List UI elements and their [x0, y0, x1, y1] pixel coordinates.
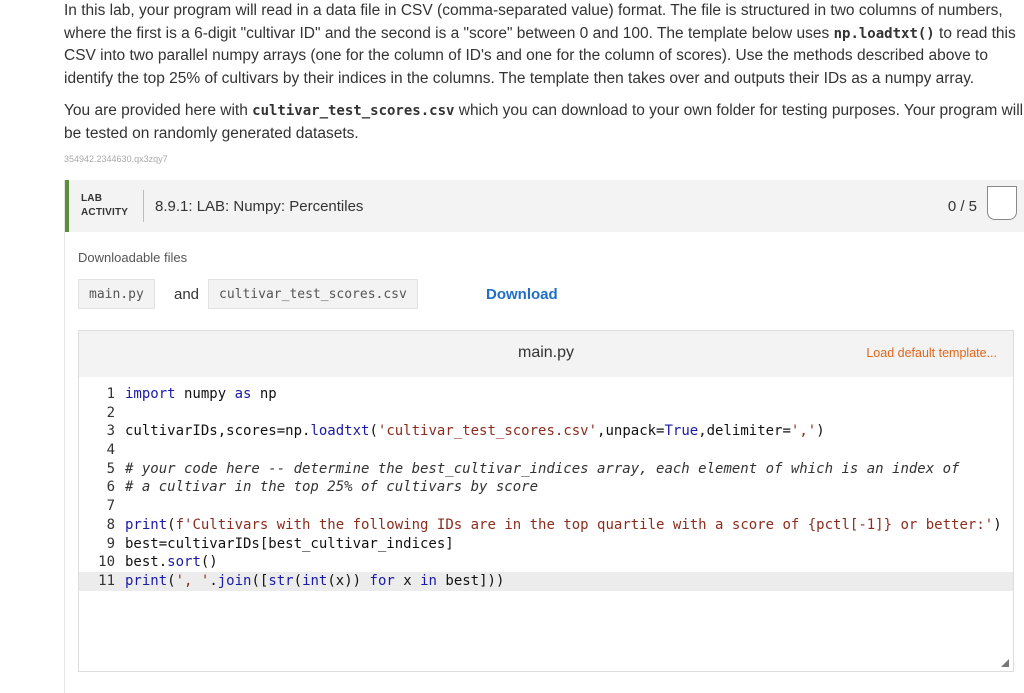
line-number: 5: [106, 460, 115, 477]
line-number: 9: [106, 535, 115, 552]
line-number: 6: [106, 479, 115, 496]
resize-handle-icon[interactable]: [1001, 659, 1009, 667]
code-text: # a cultivar in the top 25% of cultivars…: [125, 479, 539, 496]
code-text: print(', '.join([str(int(x)) for x in be…: [125, 572, 505, 589]
code-line[interactable]: 5 # your code here -- determine the best_…: [79, 460, 1013, 479]
code-text: import numpy as np: [125, 386, 277, 402]
line-number: 7: [106, 498, 115, 515]
file-chip-csv: cultivar_test_scores.csv: [208, 279, 418, 309]
code-line[interactable]: 8 print(f'Cultivars with the following ID…: [79, 516, 1013, 535]
load-default-template-link[interactable]: Load default template...: [866, 346, 997, 360]
content-id: 354942.2344630.qx3zqy7: [64, 154, 168, 164]
lab-score: 0 / 5: [947, 198, 977, 215]
code-line[interactable]: 6 # a cultivar in the top 25% of cultivar…: [79, 478, 1013, 497]
lab-activity-card: LAB ACTIVITY 8.9.1: LAB: Numpy: Percenti…: [64, 180, 1024, 693]
inline-code-filename: cultivar_test_scores.csv: [252, 103, 455, 119]
line-number: 8: [106, 516, 115, 533]
code-line[interactable]: 3 cultivarIDs,scores=np.loadtxt('cultivar…: [79, 422, 1013, 441]
line-number: 2: [106, 404, 115, 421]
code-text: cultivarIDs,scores=np.loadtxt('cultivar_…: [125, 423, 825, 440]
and-text: and: [174, 286, 200, 303]
code-line[interactable]: 7: [79, 497, 1013, 516]
code-text: best=cultivarIDs[best_cultivar_indices]: [125, 535, 454, 552]
code-text: # your code here -- determine the best_c…: [125, 460, 960, 477]
code-line[interactable]: 10 best.sort(): [79, 553, 1013, 572]
file-chip-main-py: main.py: [78, 279, 155, 309]
line-number: 4: [106, 442, 115, 459]
line-number: 1: [106, 386, 115, 402]
editor-header: main.py Load default template...: [79, 331, 1013, 377]
header-divider: [143, 190, 144, 222]
downloadable-files-label: Downloadable files: [78, 250, 188, 265]
line-number: 10: [98, 554, 115, 571]
code-line[interactable]: 9 best=cultivarIDs[best_cultivar_indices]: [79, 535, 1013, 554]
code-text: best.sort(): [125, 554, 218, 571]
code-line[interactable]: 2: [79, 404, 1013, 423]
completion-box-icon: [987, 186, 1017, 220]
instructions: In this lab, your program will read in a…: [64, 0, 1024, 155]
code-line[interactable]: 4: [79, 441, 1013, 460]
code-line[interactable]: 11 print(', '.join([str(int(x)) for x in …: [79, 571, 1013, 591]
instructions-paragraph-2: You are provided here with cultivar_test…: [64, 102, 1024, 142]
line-number: 11: [98, 572, 115, 589]
line-number: 3: [106, 423, 115, 440]
code-editor[interactable]: main.py Load default template... 1 import…: [78, 330, 1014, 672]
lab-header: LAB ACTIVITY 8.9.1: LAB: Numpy: Percenti…: [65, 180, 1024, 232]
code-line[interactable]: 1 import numpy as np: [79, 385, 1013, 404]
instructions-paragraph-1: In this lab, your program will read in a…: [64, 2, 1016, 87]
code-text: print(f'Cultivars with the following IDs…: [125, 516, 1002, 533]
code-area[interactable]: 1 import numpy as np 2 3 cultivarIDs,scores=…: [79, 385, 1013, 591]
download-link[interactable]: Download: [486, 286, 558, 303]
lab-type-label: LAB ACTIVITY: [81, 193, 129, 218]
inline-code-loadtxt: np.loadtxt(): [833, 25, 935, 42]
lab-title: 8.9.1: LAB: Numpy: Percentiles: [155, 198, 364, 215]
